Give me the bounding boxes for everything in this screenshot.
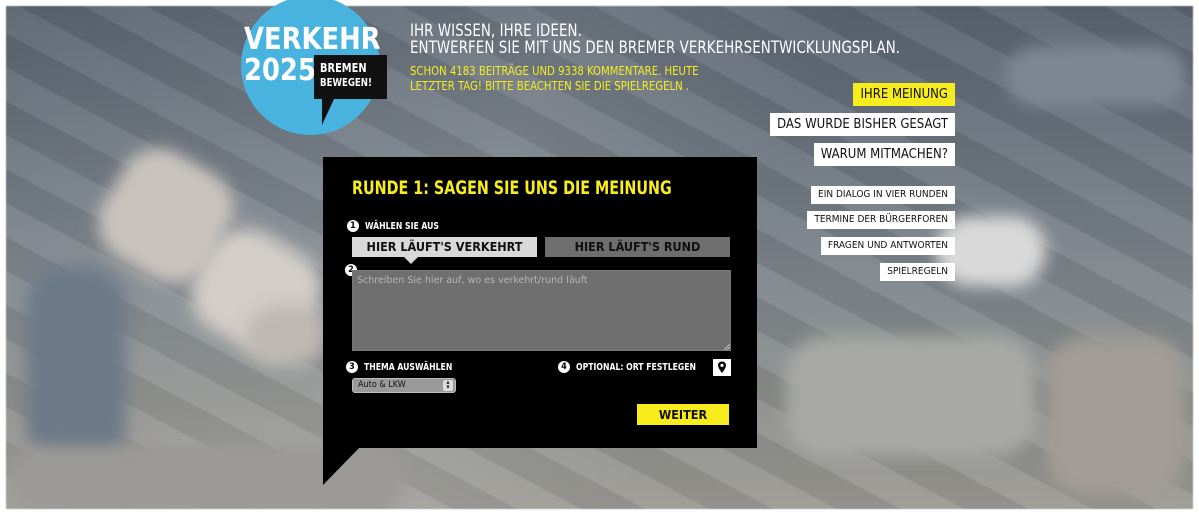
logo-tag-tail — [322, 99, 334, 125]
topic-select[interactable]: Auto & LKW ▴ ▾ — [352, 378, 456, 393]
subnav-spielregeln[interactable]: SPIELREGELN — [880, 263, 955, 281]
form-panel-tail — [323, 448, 359, 485]
logo-tag: BREMEN BEWEGEN! — [314, 55, 387, 99]
header-line-2: ENTWERFEN SIE MIT UNS DEN BREMER VERKEHR… — [410, 38, 901, 57]
choice-verkehrt-button[interactable]: HIER LÄUFT'S VERKEHRT — [352, 237, 537, 257]
location-pin-button[interactable] — [713, 359, 731, 376]
form-title: RUNDE 1: SAGEN SIE UNS DIE MEINUNG — [352, 178, 672, 199]
choice-selected-arrow-icon — [404, 257, 418, 264]
nav-ihre-meinung[interactable]: IHRE MEINUNG — [853, 83, 955, 106]
subnav-fragen-antworten[interactable]: FRAGEN UND ANTWORTEN — [820, 237, 955, 255]
header-status-2: LETZTER TAG! BITTE BEACHTEN SIE DIE SPIE… — [410, 78, 690, 93]
nav-warum-mitmachen[interactable]: WARUM MITMACHEN? — [813, 143, 955, 166]
feedback-textarea[interactable] — [352, 270, 731, 351]
topic-select-value: Auto & LKW — [358, 380, 406, 390]
location-pin-icon — [718, 361, 726, 373]
header-status-1: SCHON 4183 BEITRÄGE UND 9338 KOMMENTARE.… — [410, 63, 699, 78]
weiter-button[interactable]: WEITER — [637, 404, 729, 425]
step-1-badge: 1 — [347, 220, 359, 232]
step-3-badge: 3 — [346, 361, 358, 373]
subnav-termine-buergerforen[interactable]: TERMINE DER BÜRGERFOREN — [807, 211, 955, 229]
logo-tag-line1: BREMEN — [320, 61, 367, 75]
step-4-label: OPTIONAL: ORT FESTLEGEN — [576, 362, 697, 373]
logo-title: VERKEHR — [244, 22, 381, 57]
logo-year: 2025 — [244, 53, 316, 88]
step-3-label: THEMA AUSWÄHLEN — [364, 362, 453, 373]
select-arrows-icon: ▴ ▾ — [443, 379, 453, 391]
choice-rund-button[interactable]: HIER LÄUFT'S RUND — [545, 237, 730, 257]
nav-das-wurde-bisher-gesagt[interactable]: DAS WURDE BISHER GESAGT — [770, 113, 955, 136]
logo-tag-line2: BEWEGEN! — [320, 77, 372, 89]
step-4-badge: 4 — [558, 361, 570, 373]
resize-grip-icon[interactable] — [724, 344, 730, 350]
subnav-dialog-vier-runden[interactable]: EIN DIALOG IN VIER RUNDEN — [811, 186, 955, 204]
step-1-label: WÄHLEN SIE AUS — [365, 221, 440, 232]
